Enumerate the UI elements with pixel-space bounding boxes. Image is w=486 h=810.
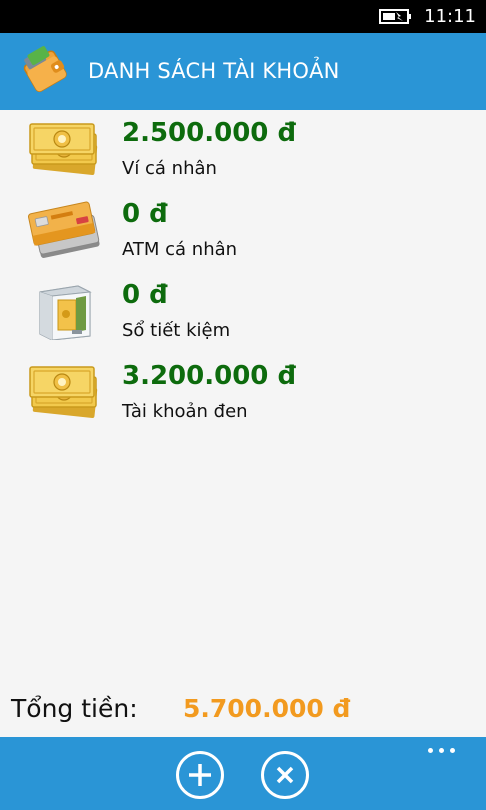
account-amount: 3.200.000 đ [122,361,297,391]
more-icon [439,748,444,753]
page-title: DANH SÁCH TÀI KHOẢN [88,59,340,83]
account-item-atm-ca-nhan[interactable]: 0 đ ATM cá nhân [0,197,486,277]
account-name: Tài khoản đen [122,401,248,422]
wallet-logo-icon [23,46,67,93]
money-bills-icon [29,366,98,418]
page-header: DANH SÁCH TÀI KHOẢN [0,33,486,110]
clock: 11:11 [424,6,476,27]
delete-icon [276,766,294,784]
account-item-so-tiet-kiem[interactable]: 0 đ Sổ tiết kiệm [0,278,486,358]
account-name: Sổ tiết kiệm [122,320,231,341]
account-amount: 0 đ [122,280,168,310]
add-button[interactable] [176,751,224,799]
status-bar: 11:11 [0,0,486,33]
safe-icon [39,285,92,340]
more-button[interactable] [428,745,458,755]
money-bills-icon [29,123,98,175]
delete-button[interactable] [261,751,309,799]
account-item-vi-ca-nhan[interactable]: 2.500.000 đ Ví cá nhân [0,116,486,196]
account-name: Ví cá nhân [122,158,217,179]
total-value: 5.700.000 đ [183,694,351,723]
add-icon [189,764,211,786]
app-bar [0,737,486,810]
battery-charging-icon [379,9,411,24]
more-icon [450,748,455,753]
total-label: Tổng tiền: [11,694,138,723]
account-name: ATM cá nhân [122,239,238,260]
account-amount: 0 đ [122,199,168,229]
account-item-tai-khoan-den[interactable]: 3.200.000 đ Tài khoản đen [0,359,486,439]
account-amount: 2.500.000 đ [122,118,297,148]
credit-card-icon [28,201,100,258]
more-icon [428,748,433,753]
